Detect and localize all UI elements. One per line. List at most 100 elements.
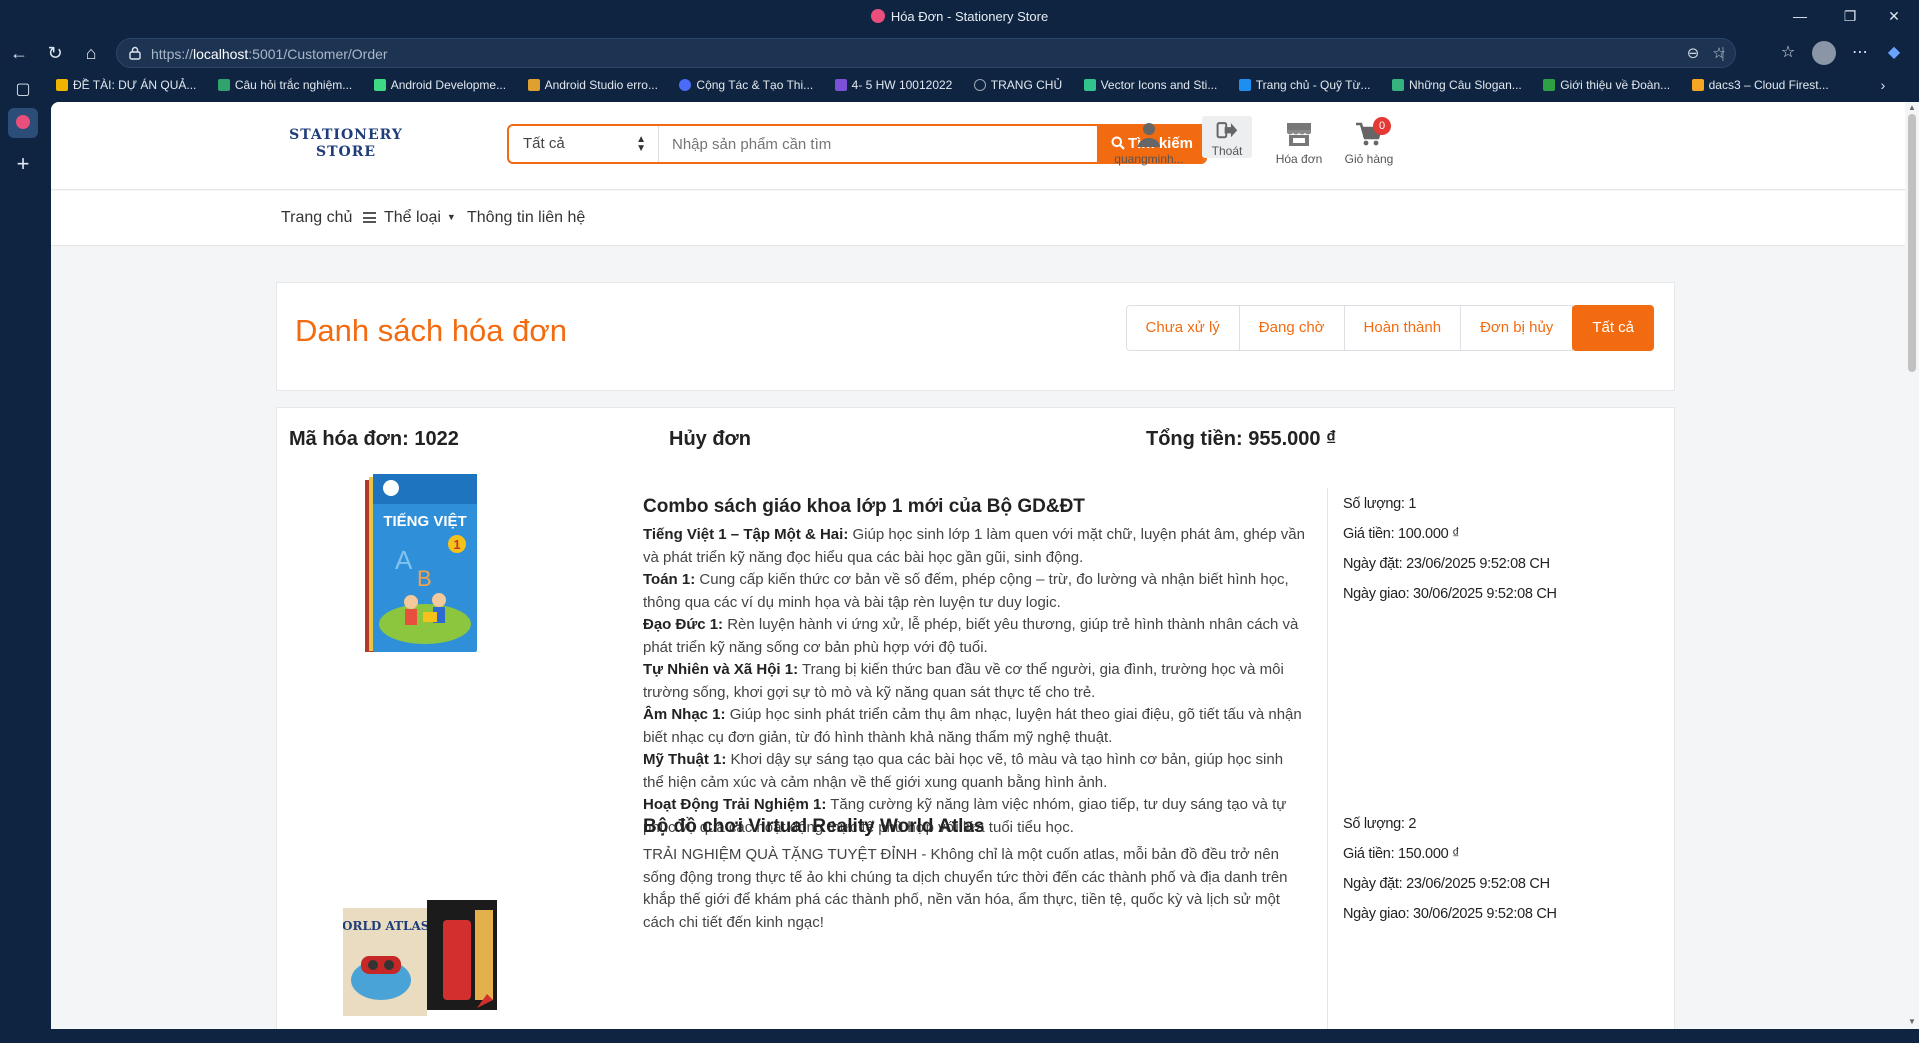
bookmark-favicon-icon — [1083, 79, 1096, 91]
scrollbar-thumb[interactable] — [1908, 114, 1916, 372]
order-total: Tổng tiền: 955.000 ₫ — [1146, 428, 1337, 450]
active-tab-favicon-icon[interactable] — [8, 108, 38, 138]
bookmark-favicon-icon — [56, 79, 68, 91]
textbook-cover-image: TIẾNG VIỆT 1 A B — [365, 474, 477, 652]
tab-all[interactable]: Tất cả — [1572, 305, 1654, 351]
item-price: Giá tiền: 100.000 ₫ — [1343, 526, 1460, 542]
bookmark-item[interactable]: TRANG CHỦ — [973, 74, 1062, 96]
item-price: Giá tiền: 150.000 ₫ — [1343, 846, 1460, 862]
store-logo[interactable]: STATIONERY STORE — [276, 127, 416, 161]
product-description: TRẢI NGHIỆM QUÀ TẶNG TUYỆT ĐỈNH - Không … — [643, 846, 1288, 931]
close-window-button[interactable]: ✕ — [1866, 0, 1919, 34]
favorites-icon[interactable]: ☆ — [1774, 39, 1802, 67]
store-icon — [1287, 123, 1311, 146]
bookmark-item[interactable]: Cộng Tác & Tạo Thi... — [679, 74, 813, 96]
copilot-icon[interactable]: ◆ — [1880, 39, 1908, 67]
bookmark-item[interactable]: Trang chủ - Quỹ Từ... — [1238, 74, 1371, 96]
logo-line-2: STORE — [315, 144, 377, 160]
lock-icon — [129, 46, 141, 60]
reader-mode-icon[interactable]: ⊖ — [1683, 44, 1703, 64]
svg-text:A: A — [395, 545, 413, 575]
desc-line: Tiếng Việt 1 – Tập Một & Hai: Giúp học s… — [643, 526, 1305, 566]
item-order-date: Ngày đặt: 23/06/2025 9:52:08 CH — [1343, 876, 1550, 892]
hamburger-icon — [363, 212, 376, 223]
column-divider — [1327, 488, 1328, 1029]
bookmark-item[interactable]: dacs3 – Cloud Firest... — [1691, 74, 1829, 96]
svg-text:B: B — [417, 566, 432, 591]
window-title: Hóa Đơn - Stationery Store — [0, 9, 1919, 24]
orders-header-panel: Danh sách hóa đơn Chưa xử lý Đang chờ Ho… — [276, 282, 1675, 391]
profile-avatar[interactable] — [1812, 41, 1836, 65]
desc-line: Mỹ Thuật 1: Khơi dậy sự sáng tạo qua các… — [643, 751, 1284, 791]
tab-waiting[interactable]: Đang chờ — [1238, 305, 1345, 351]
product-description: Tiếng Việt 1 – Tập Một & Hai: Giúp học s… — [643, 524, 1308, 839]
window-title-text: Hóa Đơn - Stationery Store — [890, 9, 1049, 24]
order-card: Mã hóa đơn: 1022 Hủy đơn Tổng tiền: 955.… — [276, 407, 1675, 1029]
bookmark-favicon-icon — [679, 79, 692, 91]
bookmark-favicon-icon — [834, 79, 847, 91]
invoice-link[interactable]: Hóa đơn — [1261, 120, 1337, 166]
desc-line: Toán 1: Cung cấp kiến thức cơ bản về số … — [643, 571, 1289, 611]
item-info: Số lượng: 1 Giá tiền: 100.000 ₫ Ngày đặt… — [1343, 489, 1557, 609]
cart-label: Giỏ hàng — [1344, 152, 1394, 166]
bookmark-item[interactable]: 4- 5 HW 10012022 — [834, 74, 952, 96]
caret-down-icon: ▼ — [446, 212, 456, 222]
item-quantity: Số lượng: 2 — [1343, 816, 1417, 832]
bookmark-favicon-icon — [217, 79, 230, 91]
window-titlebar: Hóa Đơn - Stationery Store — ❐ ✕ — [0, 0, 1919, 34]
product-name: Combo sách giáo khoa lớp 1 mới của Bộ GD… — [643, 496, 1085, 517]
new-tab-icon[interactable]: + — [8, 149, 38, 179]
bookmarks-overflow-icon[interactable]: › — [1870, 72, 1896, 98]
order-status: Hủy đơn — [669, 428, 751, 450]
item-delivery-date: Ngày giao: 30/06/2025 9:52:08 CH — [1343, 906, 1557, 922]
address-bar[interactable]: https://localhost:5001/Customer/Order ⊖ … — [116, 38, 1736, 68]
bookmark-favicon-icon — [1543, 79, 1556, 91]
favorite-star-icon[interactable]: ☆ — [1709, 44, 1729, 64]
page-scrollbar[interactable]: ▲ ▼ — [1905, 102, 1919, 1029]
scroll-down-icon[interactable]: ▼ — [1907, 1018, 1917, 1026]
scroll-up-icon[interactable]: ▲ — [1907, 104, 1917, 112]
tab-completed[interactable]: Hoàn thành — [1343, 305, 1462, 351]
cover-title: TIẾNG VIỆT — [383, 512, 466, 530]
select-arrows-icon: ▲ ▼ — [636, 134, 646, 154]
logout-label: Thoát — [1211, 144, 1243, 158]
cart-count-badge: 0 — [1373, 117, 1391, 135]
bookmark-item[interactable]: Giới thiệu về Đoàn... — [1543, 74, 1670, 96]
user-account-link[interactable]: quangminh... — [1111, 120, 1187, 166]
menu-categories[interactable]: Thể loại ▼ — [363, 209, 456, 227]
back-icon[interactable]: ← — [6, 40, 32, 66]
tab-pending[interactable]: Chưa xử lý — [1125, 305, 1240, 351]
tab-cancelled[interactable]: Đơn bị hủy — [1460, 305, 1574, 351]
home-icon[interactable]: ⌂ — [78, 40, 104, 66]
cart-link[interactable]: Giỏ hàng 0 — [1331, 117, 1407, 166]
reload-icon[interactable]: ↻ — [42, 40, 68, 66]
search-category-value: Tất cả — [523, 135, 565, 152]
user-icon — [1138, 123, 1160, 147]
url-text[interactable]: https://localhost:5001/Customer/Order — [151, 46, 388, 62]
minimize-button[interactable]: — — [1772, 0, 1828, 34]
menu-contact[interactable]: Thông tin liên hệ — [467, 209, 585, 227]
web-page: STATIONERY STORE Tất cả ▲▼ Tìm kiếm quan… — [51, 102, 1919, 1029]
bookmark-favicon-icon — [1238, 79, 1251, 91]
url-scheme: https:// — [151, 46, 194, 62]
cover-number: 1 — [453, 537, 460, 552]
bookmark-item[interactable]: Android Studio erro... — [527, 74, 658, 96]
more-menu-icon[interactable]: ⋯ — [1846, 39, 1874, 67]
menu-categories-label: Thể loại — [384, 209, 441, 226]
user-name: quangminh... — [1114, 152, 1184, 166]
logout-link[interactable]: Thoát — [1202, 116, 1252, 158]
bookmark-item[interactable]: Android Developme... — [373, 74, 506, 96]
desc-line: Âm Nhạc 1: Giúp học sinh phát triển cảm … — [643, 706, 1302, 746]
page-title: Danh sách hóa đơn — [295, 313, 567, 348]
search-input[interactable] — [659, 126, 1097, 162]
bookmark-item[interactable]: ĐỀ TÀI: DỰ ÁN QUẢ... — [56, 74, 196, 96]
bookmark-item[interactable]: Vector Icons and Sti... — [1083, 74, 1217, 96]
tab-actions-icon[interactable]: ▢ — [8, 75, 38, 105]
site-favicon-icon — [870, 9, 885, 23]
bookmark-item[interactable]: Câu hỏi trắc nghiệm... — [217, 74, 352, 96]
menu-home[interactable]: Trang chủ — [281, 209, 352, 227]
search-bar: Tất cả ▲▼ Tìm kiếm — [507, 124, 1207, 164]
search-category-select[interactable]: Tất cả ▲ ▼ — [509, 126, 659, 162]
bookmark-item[interactable]: Những Câu Slogan... — [1391, 74, 1522, 96]
url-path: :5001/Customer/Order — [248, 46, 388, 62]
